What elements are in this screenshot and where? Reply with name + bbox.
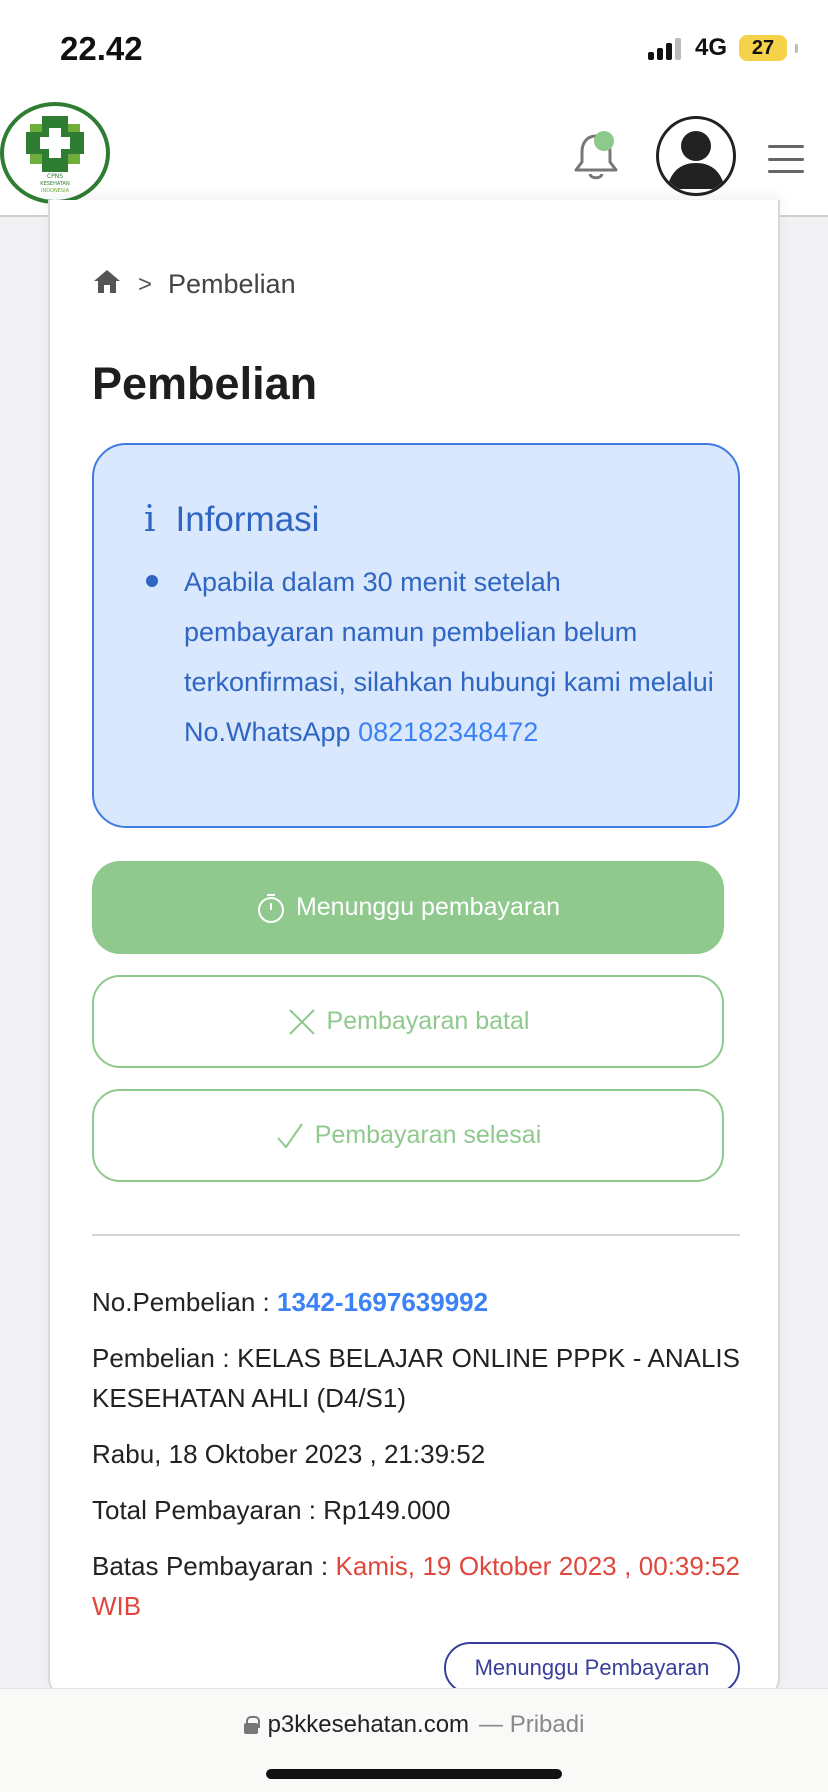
payment-deadline: Batas Pembayaran : Kamis, 19 Oktober 202… bbox=[92, 1546, 740, 1626]
menu-icon[interactable] bbox=[768, 145, 804, 173]
purchase-number-value: 1342-1697639992 bbox=[276, 1287, 489, 1317]
page-title: Pembelian bbox=[92, 358, 318, 409]
battery-tip bbox=[795, 43, 798, 53]
browser-url-bar[interactable]: p3kkesehatan.com — Pribadi bbox=[0, 1688, 828, 1792]
status-indicators: 4G 27 bbox=[647, 34, 798, 62]
url-display[interactable]: p3kkesehatan.com — Pribadi bbox=[0, 1711, 828, 1739]
notification-dot bbox=[594, 131, 614, 151]
info-header: i Informasi bbox=[144, 499, 319, 540]
network-type: 4G bbox=[694, 34, 727, 61]
signal-icon bbox=[647, 36, 681, 60]
timer-icon bbox=[256, 892, 286, 924]
logo-text-mid: KESEHATAN bbox=[40, 181, 70, 187]
purchase-card: > Pembelian Pembelian i Informasi Apabil… bbox=[48, 200, 780, 1700]
payment-deadline-label: Batas Pembayaran : bbox=[92, 1551, 336, 1581]
brand-logo[interactable]: CPNS KESEHATAN INDONESIA bbox=[0, 102, 110, 204]
lock-icon bbox=[243, 1716, 260, 1734]
close-icon bbox=[287, 1007, 317, 1037]
logo-text-top: CPNS bbox=[47, 173, 63, 180]
breadcrumb: > Pembelian bbox=[92, 268, 296, 301]
battery-icon: 27 bbox=[739, 35, 787, 61]
waiting-payment-button[interactable]: Menunggu pembayaran bbox=[92, 861, 724, 954]
status-bar: 22.42 4G 27 bbox=[0, 0, 828, 100]
divider bbox=[92, 1234, 740, 1236]
payment-total: Total Pembayaran : Rp149.000 bbox=[92, 1495, 451, 1525]
user-avatar[interactable] bbox=[656, 116, 736, 196]
private-mode-label: — Pribadi bbox=[479, 1711, 585, 1738]
purchase-number: No.Pembelian : 1342-1697639992 bbox=[92, 1282, 740, 1322]
purchase-date: Rabu, 18 Oktober 2023 , 21:39:52 bbox=[92, 1439, 486, 1469]
info-message: Apabila dalam 30 menit setelah pembayara… bbox=[184, 557, 716, 757]
breadcrumb-separator: > bbox=[138, 270, 153, 298]
payment-done-button[interactable]: Pembayaran selesai bbox=[92, 1089, 724, 1182]
url-domain: p3kkesehatan.com bbox=[267, 1711, 470, 1738]
home-icon[interactable] bbox=[92, 268, 122, 301]
status-badge[interactable]: Menunggu Pembayaran bbox=[444, 1642, 740, 1694]
bullet-icon bbox=[146, 575, 158, 587]
whatsapp-link[interactable]: 082182348472 bbox=[358, 717, 538, 747]
check-icon bbox=[275, 1121, 305, 1151]
logo-text-bottom: INDONESIA bbox=[41, 188, 70, 194]
info-box: i Informasi Apabila dalam 30 menit setel… bbox=[92, 443, 740, 828]
info-list: Apabila dalam 30 menit setelah pembayara… bbox=[146, 557, 716, 757]
home-indicator[interactable] bbox=[266, 1769, 562, 1779]
waiting-payment-label: Menunggu pembayaran bbox=[295, 893, 561, 921]
purchase-number-label: No.Pembelian : bbox=[92, 1287, 277, 1317]
battery-level: 27 bbox=[751, 36, 775, 59]
purchase-item: Pembelian : KELAS BELAJAR ONLINE PPPK - … bbox=[92, 1343, 740, 1413]
payment-done-label: Pembayaran selesai bbox=[314, 1121, 542, 1149]
info-title: Informasi bbox=[175, 499, 320, 539]
payment-cancelled-button[interactable]: Pembayaran batal bbox=[92, 975, 724, 1068]
breadcrumb-current: Pembelian bbox=[168, 269, 296, 299]
payment-cancelled-label: Pembayaran batal bbox=[326, 1007, 530, 1035]
info-icon: i bbox=[144, 499, 156, 540]
status-time: 22.42 bbox=[60, 30, 143, 67]
